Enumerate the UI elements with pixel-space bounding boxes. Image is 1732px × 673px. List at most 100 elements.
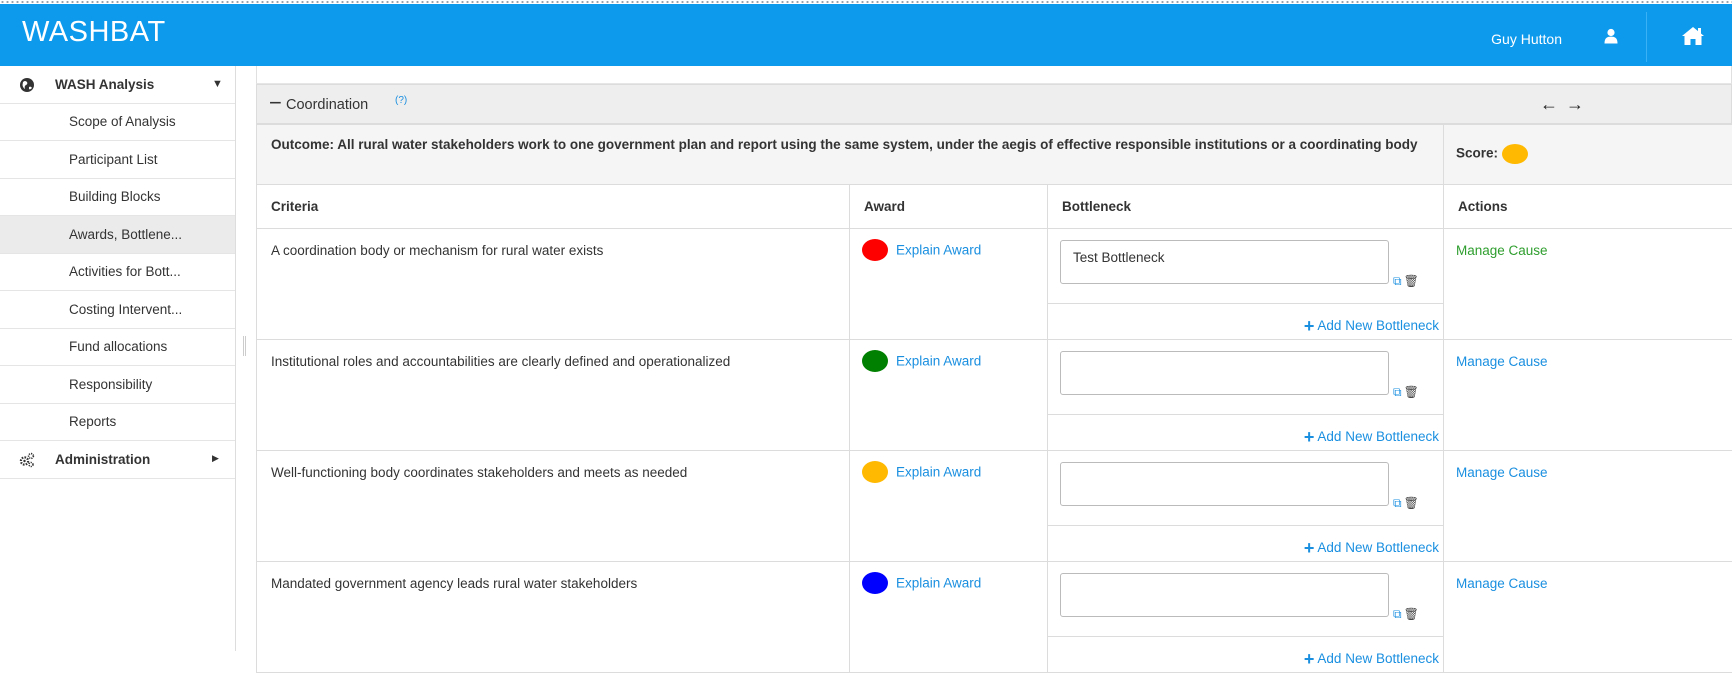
bottleneck-entry: ⧉🗑	[1048, 340, 1443, 414]
table-row: Well-functioning body coordinates stakeh…	[257, 451, 1732, 562]
bottleneck-input[interactable]	[1060, 462, 1389, 506]
bottleneck-input[interactable]	[1060, 573, 1389, 617]
navbar-divider	[1646, 12, 1647, 62]
trash-icon[interactable]: 🗑	[1404, 274, 1419, 288]
add-new-bottleneck-label: Add New Bottleneck	[1317, 651, 1439, 666]
bottleneck-cell: ⧉🗑 + Add New Bottleneck	[1048, 562, 1444, 673]
sidebar-item-responsibility[interactable]: Responsibility	[0, 366, 235, 404]
bottleneck-cell: Test Bottleneck ⧉🗑 + Add New Bottleneck	[1048, 229, 1444, 340]
bottleneck-entry: ⧉🗑	[1048, 451, 1443, 525]
sidebar-item-scope[interactable]: Scope of Analysis	[0, 104, 235, 142]
plus-icon: +	[1304, 649, 1315, 669]
sidebar-item-costing[interactable]: Costing Intervent...	[0, 291, 235, 329]
sidebar-item-label: Scope of Analysis	[69, 114, 176, 129]
sidebar-item-label: Costing Intervent...	[69, 302, 182, 317]
column-header-criteria: Criteria	[257, 185, 850, 229]
criteria-text: Well-functioning body coordinates stakeh…	[257, 451, 850, 562]
bottleneck-cell: ⧉🗑 + Add New Bottleneck	[1048, 340, 1444, 451]
sidebar-item-label: Activities for Bott...	[69, 264, 181, 279]
bottleneck-cell: ⧉🗑 + Add New Bottleneck	[1048, 451, 1444, 562]
bottleneck-tools: ⧉🗑	[1393, 607, 1419, 622]
home-icon[interactable]	[1681, 26, 1705, 46]
trash-icon[interactable]: 🗑	[1404, 496, 1419, 510]
award-indicator	[862, 461, 888, 483]
user-icon[interactable]	[1604, 28, 1618, 44]
previous-panel-edge	[256, 66, 1732, 84]
add-bottleneck-row: + Add New Bottleneck	[1048, 414, 1443, 450]
manage-cause-link[interactable]: Manage Cause	[1456, 465, 1548, 480]
outcome-row: Outcome: All rural water stakeholders wo…	[257, 125, 1732, 185]
manage-cause-link[interactable]: Manage Cause	[1456, 243, 1548, 258]
trash-icon[interactable]: 🗑	[1404, 385, 1419, 399]
sidebar-item-participants[interactable]: Participant List	[0, 141, 235, 179]
actions-cell: Manage Cause	[1444, 562, 1732, 673]
arrow-right-icon[interactable]: →	[1566, 94, 1592, 114]
trash-icon[interactable]: 🗑	[1404, 607, 1419, 621]
copy-icon[interactable]: ⧉	[1393, 607, 1402, 621]
score-cell: Score:	[1444, 125, 1732, 185]
gears-icon	[19, 452, 35, 468]
add-new-bottleneck-link[interactable]: + Add New Bottleneck	[1304, 427, 1439, 448]
add-new-bottleneck-link[interactable]: + Add New Bottleneck	[1304, 649, 1439, 670]
sidebar-section-administration[interactable]: Administration ▶	[0, 441, 235, 479]
sidebar-item-label: Fund allocations	[69, 339, 167, 354]
explain-award-link[interactable]: Explain Award	[896, 576, 981, 591]
add-bottleneck-row: + Add New Bottleneck	[1048, 303, 1443, 339]
sidebar-section-label: WASH Analysis	[55, 77, 154, 92]
award-indicator	[862, 350, 888, 372]
sidebar-item-building-blocks[interactable]: Building Blocks	[0, 179, 235, 217]
add-new-bottleneck-label: Add New Bottleneck	[1317, 318, 1439, 333]
score-label: Score:	[1456, 146, 1498, 161]
globe-icon	[19, 77, 35, 93]
score-indicator	[1502, 144, 1528, 164]
help-link[interactable]: (?)	[395, 95, 407, 106]
award-cell: Explain Award	[850, 562, 1048, 673]
collapse-icon[interactable]: −	[269, 91, 282, 115]
sidebar-item-label: Reports	[69, 414, 116, 429]
sidebar-section-wash-analysis[interactable]: WASH Analysis ▼	[0, 66, 235, 104]
add-new-bottleneck-label: Add New Bottleneck	[1317, 540, 1439, 555]
bottleneck-tools: ⧉🗑	[1393, 274, 1419, 289]
bottleneck-tools: ⧉🗑	[1393, 385, 1419, 400]
column-header-award: Award	[850, 185, 1048, 229]
add-bottleneck-row: + Add New Bottleneck	[1048, 636, 1443, 672]
manage-cause-link[interactable]: Manage Cause	[1456, 576, 1548, 591]
award-cell: Explain Award	[850, 451, 1048, 562]
table-row: Institutional roles and accountabilities…	[257, 340, 1732, 451]
panel-nav: ←→	[1540, 94, 1592, 115]
user-name[interactable]: Guy Hutton	[1491, 31, 1562, 47]
award-cell: Explain Award	[850, 229, 1048, 340]
explain-award-link[interactable]: Explain Award	[896, 354, 981, 369]
add-new-bottleneck-link[interactable]: + Add New Bottleneck	[1304, 538, 1439, 559]
bottleneck-entry: Test Bottleneck ⧉🗑	[1048, 229, 1443, 303]
add-new-bottleneck-link[interactable]: + Add New Bottleneck	[1304, 316, 1439, 337]
manage-cause-link[interactable]: Manage Cause	[1456, 354, 1548, 369]
bottleneck-input[interactable]: Test Bottleneck	[1060, 240, 1389, 284]
sidebar-item-fund-allocations[interactable]: Fund allocations	[0, 329, 235, 367]
sidebar-item-awards[interactable]: Awards, Bottlene...	[0, 216, 235, 254]
arrow-left-icon[interactable]: ←	[1540, 94, 1566, 114]
sidebar-resize-handle[interactable]	[243, 336, 246, 356]
column-header-actions: Actions	[1444, 185, 1732, 229]
table-row: Mandated government agency leads rural w…	[257, 562, 1732, 673]
caret-right-icon: ▶	[212, 453, 219, 464]
sidebar-item-activities[interactable]: Activities for Bott...	[0, 254, 235, 292]
sidebar-item-label: Building Blocks	[69, 189, 161, 204]
table-header-row: Criteria Award Bottleneck Actions	[257, 185, 1732, 229]
sidebar-item-reports[interactable]: Reports	[0, 404, 235, 442]
app-title[interactable]: WASHBAT	[22, 16, 166, 49]
bottleneck-entry: ⧉🗑	[1048, 562, 1443, 636]
actions-cell: Manage Cause	[1444, 340, 1732, 451]
copy-icon[interactable]: ⧉	[1393, 274, 1402, 288]
bottleneck-input[interactable]	[1060, 351, 1389, 395]
add-new-bottleneck-label: Add New Bottleneck	[1317, 429, 1439, 444]
actions-cell: Manage Cause	[1444, 451, 1732, 562]
sidebar-item-label: Participant List	[69, 152, 158, 167]
table-row: A coordination body or mechanism for rur…	[257, 229, 1732, 340]
explain-award-link[interactable]: Explain Award	[896, 243, 981, 258]
copy-icon[interactable]: ⧉	[1393, 496, 1402, 510]
criteria-text: A coordination body or mechanism for rur…	[257, 229, 850, 340]
plus-icon: +	[1304, 316, 1315, 336]
copy-icon[interactable]: ⧉	[1393, 385, 1402, 399]
explain-award-link[interactable]: Explain Award	[896, 465, 981, 480]
